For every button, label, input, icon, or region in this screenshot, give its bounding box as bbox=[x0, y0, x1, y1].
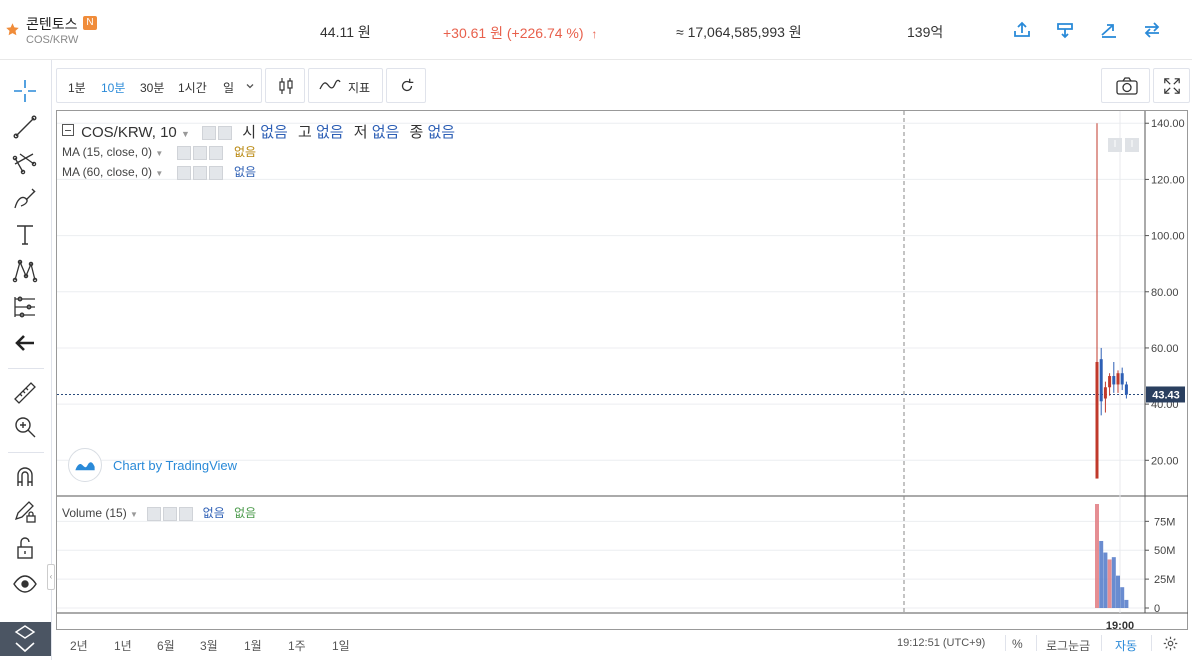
range-2y[interactable]: 2년 bbox=[70, 637, 88, 654]
bottom-divider bbox=[1151, 635, 1152, 651]
candles bbox=[1095, 123, 1128, 479]
symbol-label: COS/KRW, 10 bbox=[81, 124, 177, 141]
volume-axis-labels: 75M 50M 25M 0 bbox=[1145, 516, 1175, 615]
range-1d[interactable]: 1일 bbox=[332, 637, 350, 654]
volume-tick-label: 25M bbox=[1154, 574, 1175, 586]
volume-value-2: 없음 bbox=[234, 506, 257, 520]
candle-body bbox=[1095, 361, 1099, 479]
ma15-legend[interactable]: MA (15, close, 0) ▼ 없음 bbox=[62, 143, 256, 160]
range-3m[interactable]: 3월 bbox=[200, 637, 218, 654]
eye-toggle-icon[interactable] bbox=[176, 165, 191, 180]
price-tick-label: 120.00 bbox=[1151, 174, 1185, 186]
percent-toggle[interactable]: % bbox=[1012, 637, 1023, 651]
price-chart[interactable]: 140.00120.00100.0080.0060.0040.0020.00 7… bbox=[0, 0, 1192, 660]
ma60-value: 없음 bbox=[234, 165, 257, 179]
scale-button-1[interactable]: I bbox=[1108, 138, 1122, 152]
settings-icon[interactable] bbox=[218, 126, 233, 141]
clock-time[interactable]: 19:12:51 (UTC+9) bbox=[897, 637, 985, 649]
price-tick-label: 60.00 bbox=[1151, 343, 1179, 355]
close-icon[interactable] bbox=[208, 165, 223, 180]
volume-bar bbox=[1095, 504, 1099, 608]
time-tick-label: 19:00 bbox=[1106, 620, 1134, 632]
bottom-divider bbox=[1036, 635, 1037, 651]
scale-button-2[interactable]: I bbox=[1125, 138, 1139, 152]
ohlc-open: 시 없음 bbox=[242, 124, 288, 141]
bottom-divider bbox=[1005, 635, 1006, 651]
close-icon[interactable] bbox=[179, 506, 194, 521]
volume-value-1: 없음 bbox=[202, 506, 225, 520]
eye-toggle-icon[interactable] bbox=[147, 506, 162, 521]
candle-body bbox=[1108, 376, 1112, 388]
candle-body bbox=[1103, 387, 1107, 399]
caret-icon[interactable]: ▼ bbox=[155, 169, 163, 178]
symbol-legend: COS/KRW, 10 ▼ 시 없음 고 없음 저 없음 종 없음 bbox=[62, 121, 455, 142]
caret-icon[interactable]: ▼ bbox=[181, 129, 190, 139]
range-1y[interactable]: 1년 bbox=[114, 637, 132, 654]
volume-gridlines bbox=[57, 520, 1145, 609]
price-tick-label: 80.00 bbox=[1151, 287, 1179, 299]
bottom-divider bbox=[1101, 635, 1102, 651]
eye-toggle-icon[interactable] bbox=[176, 145, 191, 160]
range-6m[interactable]: 6월 bbox=[157, 637, 175, 654]
tradingview-logo-icon bbox=[68, 448, 102, 482]
volume-bar bbox=[1120, 587, 1125, 608]
price-tick-label: 20.00 bbox=[1151, 455, 1179, 467]
pane-handle[interactable]: ‹ bbox=[47, 564, 55, 590]
settings-icon[interactable] bbox=[163, 506, 178, 521]
range-1w[interactable]: 1주 bbox=[288, 637, 306, 654]
volume-bar bbox=[1116, 575, 1120, 608]
caret-icon[interactable]: ▼ bbox=[130, 510, 138, 519]
volume-tick-label: 50M bbox=[1154, 545, 1175, 557]
ohlc-high: 고 없음 bbox=[297, 124, 344, 141]
last-price-label: 43.43 bbox=[1152, 389, 1180, 401]
range-1m[interactable]: 1월 bbox=[244, 637, 262, 654]
watermark-text: Chart by TradingView bbox=[113, 458, 238, 473]
ma15-label: MA (15, close, 0) bbox=[62, 145, 153, 159]
price-tick-label: 100.00 bbox=[1151, 231, 1185, 243]
price-tick-label: 140.00 bbox=[1151, 118, 1185, 130]
price-axis-labels: 140.00120.00100.0080.0060.0040.0020.00 bbox=[1145, 118, 1185, 467]
candle-body bbox=[1116, 373, 1120, 385]
volume-label: Volume (15) bbox=[62, 506, 127, 520]
close-icon[interactable] bbox=[208, 145, 223, 160]
candle-body bbox=[1120, 373, 1124, 385]
volume-tick-label: 75M bbox=[1154, 516, 1175, 528]
ma60-label: MA (60, close, 0) bbox=[62, 165, 153, 179]
volume-bar bbox=[1107, 559, 1112, 608]
ohlc-close: 종 없음 bbox=[409, 124, 456, 141]
volume-bar bbox=[1124, 599, 1129, 608]
candle-body bbox=[1099, 359, 1103, 402]
volume-bar bbox=[1111, 557, 1116, 608]
ma15-value: 없음 bbox=[234, 145, 257, 159]
trading-view-page: 콘텐토스 N COS/KRW 44.11 원 +30.61 원 (+226.74… bbox=[0, 0, 1192, 660]
settings-gear-icon[interactable] bbox=[1163, 636, 1178, 656]
caret-icon[interactable]: ▼ bbox=[155, 149, 163, 158]
collapse-icon[interactable] bbox=[62, 124, 74, 136]
volume-bar bbox=[1099, 540, 1104, 608]
settings-icon[interactable] bbox=[192, 145, 207, 160]
volume-bars bbox=[1095, 504, 1129, 608]
candle-body bbox=[1112, 376, 1116, 385]
candle-body bbox=[1124, 384, 1128, 395]
settings-icon[interactable] bbox=[192, 165, 207, 180]
ma60-legend[interactable]: MA (60, close, 0) ▼ 없음 bbox=[62, 163, 256, 180]
log-scale-toggle[interactable]: 로그눈금 bbox=[1046, 637, 1090, 654]
last-price-tag: 43.43 bbox=[1146, 386, 1185, 403]
ohlc-low: 저 없음 bbox=[353, 124, 400, 141]
volume-legend[interactable]: Volume (15) ▼ 없음 없음 bbox=[62, 504, 256, 521]
eye-toggle-icon[interactable] bbox=[202, 126, 217, 141]
volume-bar bbox=[1103, 552, 1108, 608]
auto-scale-toggle[interactable]: 자동 bbox=[1115, 637, 1137, 654]
volume-tick-label: 0 bbox=[1154, 603, 1160, 615]
